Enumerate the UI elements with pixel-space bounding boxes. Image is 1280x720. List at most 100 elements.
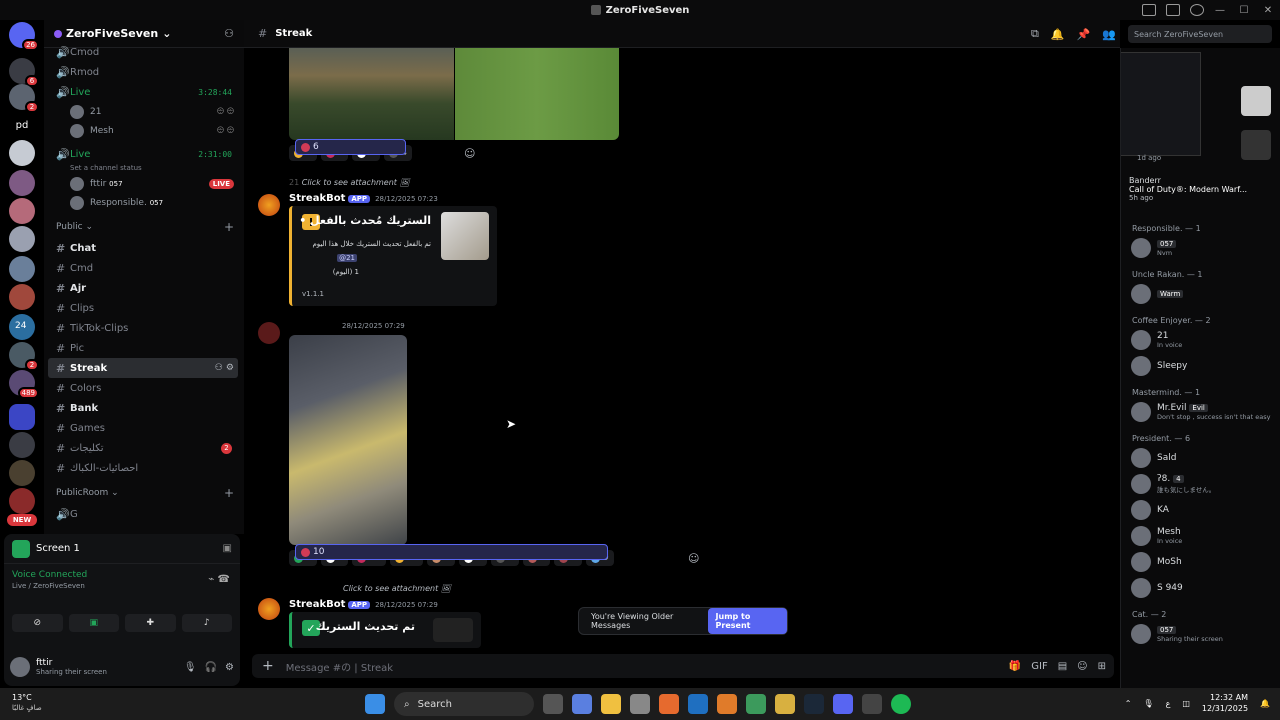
apps-icon[interactable]: ⊞ <box>1098 661 1106 672</box>
member-item[interactable]: KA <box>1131 500 1277 520</box>
flag-icon[interactable] <box>1142 4 1156 16</box>
minimize-button[interactable]: — <box>1208 0 1232 20</box>
input-language[interactable]: ع <box>1166 699 1171 708</box>
weather-widget[interactable]: 13°C صافٍ غالبًا <box>12 692 42 714</box>
gif-button[interactable]: GIF <box>1031 661 1047 672</box>
member-item[interactable]: Sleepy <box>1131 356 1277 376</box>
app-icon[interactable] <box>717 694 737 714</box>
mic-icon[interactable]: 🎙 <box>1143 699 1153 708</box>
settings-icon[interactable]: ⚙ <box>225 662 234 673</box>
text-channel[interactable]: # Streak ⚇ ⚙ <box>48 358 238 378</box>
attachment-image[interactable] <box>289 335 407 545</box>
member-item[interactable]: Mesh In voice <box>1131 526 1277 546</box>
screen-share-button[interactable]: ▣ <box>68 614 119 632</box>
server-icon[interactable] <box>9 170 35 196</box>
server-icon[interactable] <box>9 488 35 514</box>
voice-channel[interactable]: 🔊 Rmod <box>48 62 238 82</box>
voice-user[interactable]: Mesh ⨸ ⨸ <box>44 121 244 140</box>
text-channel[interactable]: # Colors <box>48 378 238 398</box>
embed-thumbnail[interactable] <box>433 618 473 642</box>
discord-icon[interactable] <box>833 694 853 714</box>
reply-preview[interactable]: 21 Click to see attachment 🖼 <box>289 178 410 187</box>
task-view-icon[interactable] <box>543 694 563 714</box>
text-channel[interactable]: # Cmd <box>48 258 238 278</box>
text-channel[interactable]: # احصائيات-الكباك <box>48 458 238 478</box>
server-24-icon[interactable]: 24 <box>9 314 35 340</box>
category-public[interactable]: Public ⌄ + <box>44 216 244 238</box>
app-icon[interactable] <box>862 694 882 714</box>
store-icon[interactable] <box>630 694 650 714</box>
voice-user[interactable]: fttir 057 LIVE <box>44 174 244 193</box>
text-channel[interactable]: # Games <box>48 418 238 438</box>
stream-preview[interactable] <box>1121 52 1201 156</box>
maximize-button[interactable]: ☐ <box>1232 0 1256 20</box>
copilot-icon[interactable] <box>572 694 592 714</box>
text-channel[interactable]: # Bank <box>48 398 238 418</box>
text-channel[interactable]: # Ajr <box>48 278 238 298</box>
network-icon[interactable]: ◫ <box>1182 699 1190 708</box>
member-item[interactable]: ʔ8. 4 誰も気にしません。 <box>1131 474 1277 494</box>
member-item[interactable]: S 949 <box>1131 578 1277 598</box>
chevron-up-icon[interactable]: ⌃ <box>1125 699 1132 708</box>
avatar[interactable] <box>258 322 280 344</box>
member-item[interactable]: MoSh <box>1131 552 1277 572</box>
voice-channel-live[interactable]: 🔊 Live 3:28:44 <box>48 82 238 102</box>
attachment-image[interactable] <box>455 48 619 140</box>
author-name[interactable]: StreakBot <box>289 193 345 204</box>
voice-channel[interactable]: 🔊 G <box>48 504 238 524</box>
server-icon[interactable] <box>9 226 35 252</box>
server-icon[interactable] <box>9 140 35 166</box>
text-channel[interactable]: # TikTok-Clips <box>48 318 238 338</box>
member-item[interactable]: Sald <box>1131 448 1277 468</box>
server-icon[interactable] <box>9 284 35 310</box>
search-input[interactable]: Search ZeroFiveSeven <box>1128 25 1272 43</box>
member-item[interactable]: Mr.Evil Evil Don't stop , success isn't t… <box>1131 402 1277 422</box>
server-icon[interactable] <box>9 256 35 282</box>
voice-channel[interactable]: 🔊 Cmod <box>48 42 238 62</box>
embed-thumbnail[interactable] <box>441 212 489 260</box>
server-icon[interactable] <box>9 460 35 486</box>
server-pd-icon[interactable]: pd <box>9 112 35 138</box>
start-icon[interactable] <box>365 694 385 714</box>
activities-button[interactable]: ✚ <box>125 614 176 632</box>
text-channel[interactable]: # Clips <box>48 298 238 318</box>
server-icon[interactable]: 2 <box>9 342 39 371</box>
server-icon[interactable] <box>9 432 35 458</box>
headset-icon[interactable]: 🎧 <box>205 662 217 673</box>
activity-card[interactable]: Banderr Call of Duty®: Modern Warf... 5h… <box>1129 176 1275 212</box>
close-button[interactable]: ✕ <box>1256 0 1280 20</box>
upload-button[interactable]: + <box>262 658 274 674</box>
reaction-rose[interactable]: 6 <box>295 139 406 155</box>
inbox-icon[interactable] <box>1166 4 1180 16</box>
server-icon[interactable]: 489 <box>9 370 39 399</box>
emoji-icon[interactable]: ☺ <box>1077 661 1087 672</box>
pin-icon[interactable]: 📌 <box>1077 28 1091 41</box>
attachment-image[interactable] <box>289 48 454 140</box>
member-list-icon[interactable]: 👥 <box>1102 28 1116 41</box>
direct-messages-icon[interactable]: 26 <box>9 22 39 51</box>
category-publicroom[interactable]: PublicRoom ⌄ + <box>44 482 244 504</box>
message-input[interactable]: Message #の | Streak <box>286 659 393 674</box>
mic-icon[interactable]: 🎙 <box>184 662 197 673</box>
help-icon[interactable] <box>1190 4 1204 16</box>
avatar[interactable] <box>10 657 30 677</box>
clock[interactable]: 12:32 AM 12/31/2025 <box>1202 692 1248 714</box>
server-icon[interactable]: 6 <box>9 58 39 87</box>
camera-button[interactable]: ⊘ <box>12 614 63 632</box>
user-mention[interactable]: @21 <box>337 254 357 262</box>
reaction-rose[interactable]: 10 <box>295 544 608 560</box>
streakbot-avatar[interactable] <box>258 194 280 216</box>
soundboard-button[interactable]: ♪ <box>181 614 232 632</box>
channel-settings-icon[interactable]: ⚇ ⚙ <box>215 363 234 373</box>
notification-icon[interactable]: 🔔 <box>1260 699 1270 708</box>
add-reaction-icon[interactable]: ☺ <box>464 147 475 160</box>
firefox-icon[interactable] <box>659 694 679 714</box>
threads-icon[interactable]: ⧉ <box>1031 27 1039 41</box>
add-channel-icon[interactable]: + <box>224 486 234 500</box>
add-reaction-icon[interactable]: ☺ <box>688 552 699 565</box>
text-channel[interactable]: # تكليجات 2 <box>48 438 238 458</box>
taskbar-search[interactable]: ⌕ Search <box>394 692 534 716</box>
explorer-icon[interactable] <box>601 694 621 714</box>
author-name[interactable]: StreakBot <box>289 599 345 610</box>
sticker-icon[interactable]: ▤ <box>1058 661 1067 672</box>
